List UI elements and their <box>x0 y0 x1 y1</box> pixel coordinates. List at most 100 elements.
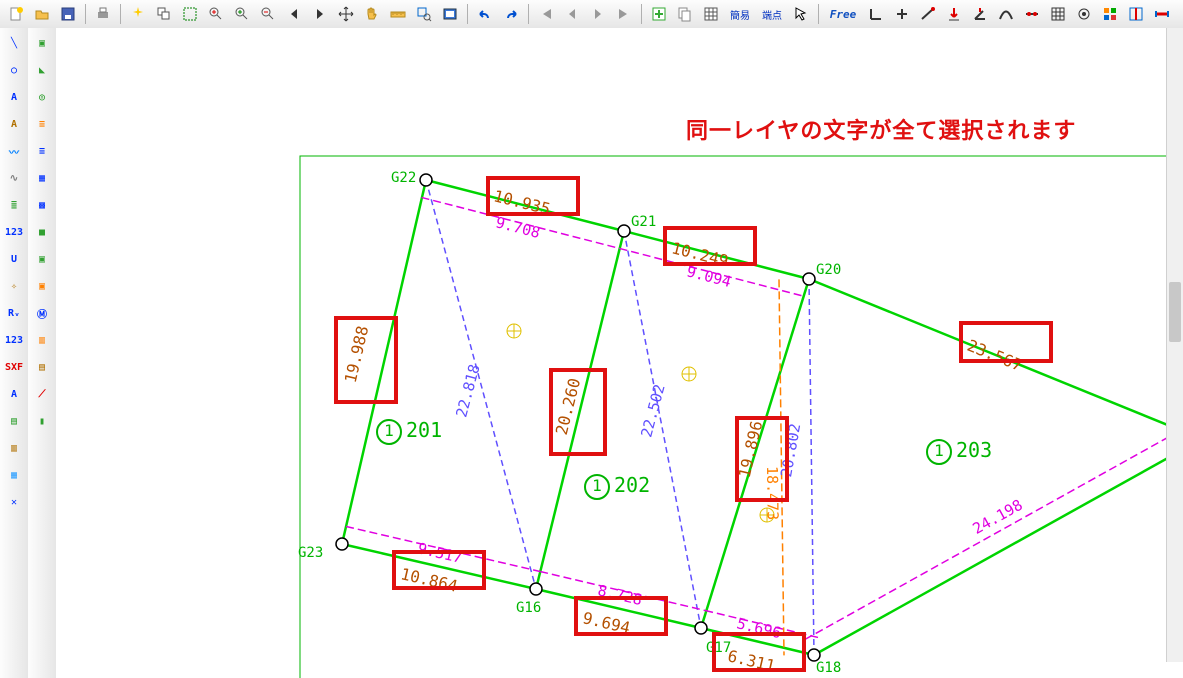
curve-tool[interactable]: ∿ <box>1 165 27 191</box>
snap-cross-button[interactable] <box>890 2 914 26</box>
circle-tool[interactable]: ○ <box>1 57 27 83</box>
grid-tool[interactable]: ▦ <box>29 165 55 191</box>
green-sq2-tool[interactable]: ▣ <box>29 246 55 272</box>
cursor-icon <box>793 6 809 22</box>
save-file-button[interactable] <box>56 2 80 26</box>
node-G20[interactable] <box>803 273 815 285</box>
free-mode-button[interactable]: Free <box>824 2 862 26</box>
node-G23[interactable] <box>336 538 348 550</box>
orange-sq-tool[interactable]: ▣ <box>29 273 55 299</box>
fast-fwd-button[interactable] <box>612 2 636 26</box>
undo-button[interactable] <box>473 2 497 26</box>
rv-tool[interactable]: Rᵥ <box>1 300 27 326</box>
cross-tool[interactable]: ✕ <box>1 489 27 515</box>
snap-hline-button[interactable] <box>1020 2 1044 26</box>
hatch-tool[interactable]: ▩ <box>29 192 55 218</box>
pan-hand-icon <box>364 6 380 22</box>
new-file-button[interactable] <box>4 2 28 26</box>
arrow-right-icon <box>312 6 328 22</box>
zoom-in-icon <box>208 6 224 22</box>
hbar-button[interactable] <box>1150 2 1174 26</box>
bars-tool[interactable]: ▮ <box>29 408 55 434</box>
step-fwd-button[interactable] <box>586 2 610 26</box>
copy-item-button[interactable] <box>673 2 697 26</box>
target-tool[interactable]: ◎ <box>29 84 55 110</box>
grid-button[interactable] <box>1046 2 1070 26</box>
node-G21[interactable] <box>618 225 630 237</box>
step-back-button[interactable] <box>560 2 584 26</box>
zoom-region-button[interactable] <box>412 2 436 26</box>
table-view-icon <box>703 6 719 22</box>
open-file-button[interactable] <box>30 2 54 26</box>
zoom-in-2-button[interactable] <box>230 2 254 26</box>
sparkle-button[interactable] <box>126 2 150 26</box>
drawing-canvas[interactable]: 同一レイヤの文字が全て選択されます 9.7089.0949.5178.7285.… <box>56 28 1183 678</box>
add-item-icon <box>651 6 667 22</box>
vertical-scrollbar[interactable] <box>1166 28 1183 662</box>
target-button[interactable] <box>1072 2 1096 26</box>
num2-tool[interactable]: 123 <box>1 327 27 353</box>
color-tool[interactable]: ▤ <box>29 354 55 380</box>
list2-tool[interactable]: ≡ <box>29 138 55 164</box>
node-G16[interactable] <box>530 583 542 595</box>
arrow-right-button[interactable] <box>308 2 332 26</box>
snap-tangent-button[interactable] <box>994 2 1018 26</box>
snap-perp-button[interactable] <box>864 2 888 26</box>
zoom-out-button[interactable] <box>256 2 280 26</box>
snap-down-button[interactable] <box>942 2 966 26</box>
add-item-button[interactable] <box>647 2 671 26</box>
redo-button[interactable] <box>499 2 523 26</box>
pan-hand-button[interactable] <box>360 2 384 26</box>
green-sq-tool[interactable]: ■ <box>29 219 55 245</box>
sel-tri-tool[interactable]: ◣ <box>29 57 55 83</box>
tanten-button[interactable]: 端点 <box>757 2 787 26</box>
snap-edge-button[interactable] <box>916 2 940 26</box>
ruler-button[interactable] <box>386 2 410 26</box>
palette-tool[interactable]: ▤ <box>1 408 27 434</box>
node-G17[interactable] <box>695 622 707 634</box>
cursor-button[interactable] <box>789 2 813 26</box>
sparkle-tool-icon: ✧ <box>11 281 17 292</box>
zoom-in-button[interactable] <box>204 2 228 26</box>
sxf-red-tool-icon: SXF <box>5 362 23 373</box>
ruler-tool[interactable]: ▥ <box>29 327 55 353</box>
fit-screen-button[interactable] <box>438 2 462 26</box>
orange-sq-tool-icon: ▣ <box>39 281 45 292</box>
line-tool[interactable]: ╲ <box>1 30 27 56</box>
partition-button[interactable] <box>1124 2 1148 26</box>
layer-tool[interactable]: ≣ <box>1 192 27 218</box>
print-button[interactable] <box>91 2 115 26</box>
top-toolbar: 簡易端点 Free <box>0 0 1183 29</box>
sxf-blue-tool[interactable]: A <box>1 381 27 407</box>
move-cross-button[interactable] <box>334 2 358 26</box>
number-tool[interactable]: 123 <box>1 219 27 245</box>
print-icon <box>95 6 111 22</box>
windows-button[interactable] <box>152 2 176 26</box>
select-rect-button[interactable] <box>178 2 202 26</box>
target-icon <box>1076 6 1092 22</box>
list-tool[interactable]: ≡ <box>29 111 55 137</box>
layer2-tool[interactable]: ▦ <box>1 462 27 488</box>
sel-rect-tool[interactable]: ▣ <box>29 30 55 56</box>
quad-button[interactable] <box>1098 2 1122 26</box>
sparkle-tool[interactable]: ✧ <box>1 273 27 299</box>
partition-icon <box>1128 6 1144 22</box>
text-edit-tool[interactable]: A <box>1 111 27 137</box>
green-sq2-tool-icon: ▣ <box>39 254 45 265</box>
wave-tool[interactable]: ⟋ <box>29 381 55 407</box>
sxf-red-tool[interactable]: SXF <box>1 354 27 380</box>
u-tool[interactable]: U <box>1 246 27 272</box>
brush-tool[interactable]: 〰 <box>1 138 27 164</box>
rewind-button[interactable] <box>534 2 558 26</box>
text-tool[interactable]: A <box>1 84 27 110</box>
arrow-left-button[interactable] <box>282 2 306 26</box>
kanyi-button[interactable]: 簡易 <box>725 2 755 26</box>
list2-tool-icon: ≡ <box>39 146 45 157</box>
chart-tool[interactable]: ▥ <box>1 435 27 461</box>
table-view-button[interactable] <box>699 2 723 26</box>
snap-angle-button[interactable] <box>968 2 992 26</box>
scrollbar-thumb[interactable] <box>1169 282 1181 342</box>
step-fwd-icon <box>590 6 606 22</box>
node-G22[interactable] <box>420 174 432 186</box>
m-tool[interactable]: Ⓜ <box>29 300 55 326</box>
